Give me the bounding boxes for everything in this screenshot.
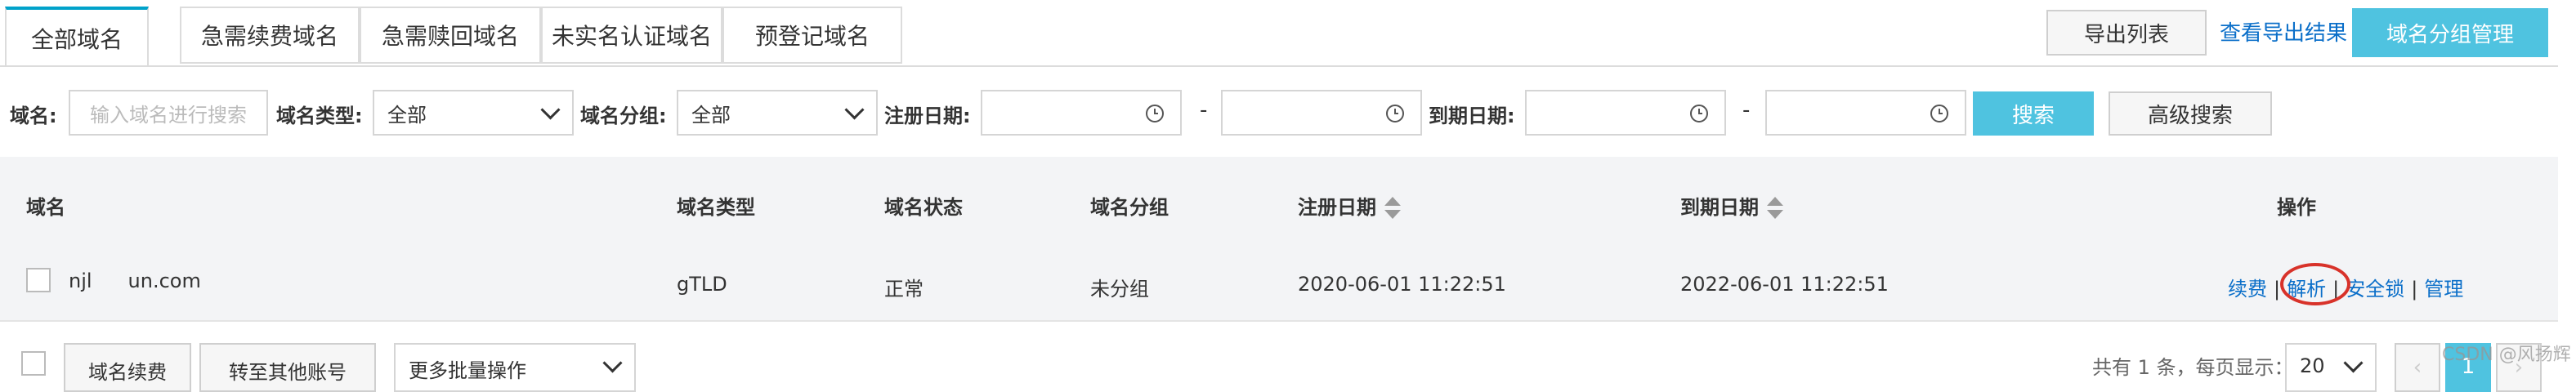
select-all-checkbox[interactable] <box>21 351 46 376</box>
prev-page-button[interactable]: ‹ <box>2395 343 2440 392</box>
group-select[interactable]: 全部 <box>677 90 878 136</box>
domain-search-input[interactable]: 输入域名进行搜索 <box>69 90 268 136</box>
chevron-down-icon <box>602 353 623 373</box>
chevron-down-icon <box>844 100 865 120</box>
type-select[interactable]: 全部 <box>373 90 574 136</box>
manage-action-link[interactable]: 管理 <box>2424 278 2463 301</box>
page-size-select[interactable]: 20 <box>2285 343 2377 392</box>
clock-icon <box>1930 105 1948 122</box>
reg-date-label: 注册日期: <box>884 105 971 127</box>
advanced-search-button[interactable]: 高级搜索 <box>2109 91 2272 136</box>
domain-name-part-a: njl <box>69 270 92 292</box>
batch-operations-value: 更多批量操作 <box>409 359 526 382</box>
col-header-group: 域名分组 <box>1090 196 1169 219</box>
export-list-button[interactable]: 导出列表 <box>2046 10 2207 56</box>
clock-icon <box>1386 105 1404 122</box>
tab-unverified[interactable]: 未实名认证域名 <box>541 7 722 64</box>
chevron-down-icon <box>2343 353 2364 373</box>
col-header-reg-date[interactable]: 注册日期 <box>1298 191 1401 220</box>
chevron-down-icon <box>540 100 561 120</box>
table-header-area <box>0 157 2558 320</box>
transfer-account-button[interactable]: 转至其他账号 <box>199 343 376 392</box>
reg-date-start-input[interactable] <box>981 90 1182 136</box>
row-divider <box>0 320 2558 322</box>
domain-status-cell: 正常 <box>884 278 924 301</box>
action-separator: | <box>2411 278 2418 301</box>
tab-redeem-needed[interactable]: 急需赎回域名 <box>360 7 541 64</box>
domain-type-cell: gTLD <box>677 273 727 296</box>
domain-link[interactable]: njl un.com <box>69 270 201 292</box>
reg-date-end-input[interactable] <box>1221 90 1422 136</box>
sort-icon[interactable] <box>1767 197 1783 220</box>
exp-date-start-input[interactable] <box>1525 90 1726 136</box>
batch-operations-select[interactable]: 更多批量操作 <box>394 343 636 392</box>
reg-date-cell: 2020-06-01 11:22:51 <box>1298 273 1506 296</box>
domain-name-part-b: un.com <box>127 270 201 292</box>
domain-filter-label: 域名: <box>10 105 57 127</box>
view-export-results-link[interactable]: 查看导出结果 <box>2220 16 2347 47</box>
tab-renew-needed[interactable]: 急需续费域名 <box>180 7 360 64</box>
group-select-value: 全部 <box>691 103 731 127</box>
col-header-domain: 域名 <box>26 196 65 219</box>
highlight-circle-annotation <box>2280 263 2350 305</box>
col-header-exp-date-label: 到期日期 <box>1680 196 1759 219</box>
domain-group-cell: 未分组 <box>1090 278 1149 301</box>
type-filter-label: 域名类型: <box>276 105 363 127</box>
exp-date-cell: 2022-06-01 11:22:51 <box>1680 273 1889 296</box>
watermark: CSDN @风扬辉 <box>2442 345 2571 365</box>
col-header-reg-date-label: 注册日期 <box>1298 196 1376 219</box>
search-button[interactable]: 搜索 <box>1973 91 2094 136</box>
clock-icon <box>1146 105 1164 122</box>
batch-renew-button[interactable]: 域名续费 <box>64 343 191 392</box>
renew-action-link[interactable]: 续费 <box>2228 278 2267 301</box>
exp-date-range-separator: - <box>1742 98 1751 122</box>
reg-date-range-separator: - <box>1200 98 1208 122</box>
security-lock-action-link[interactable]: 安全锁 <box>2346 278 2404 301</box>
page-size-value: 20 <box>2300 354 2325 377</box>
col-header-exp-date[interactable]: 到期日期 <box>1680 191 1783 220</box>
row-checkbox[interactable] <box>26 268 51 292</box>
action-separator: | <box>2274 278 2281 301</box>
tab-underline <box>0 65 2558 67</box>
exp-date-label: 到期日期: <box>1429 105 1515 127</box>
col-header-type: 域名类型 <box>677 196 755 219</box>
tab-preregistered[interactable]: 预登记域名 <box>722 7 902 64</box>
pagination-total-text: 共有 1 条，每页显示： <box>2092 356 2294 379</box>
sort-icon[interactable] <box>1384 197 1401 220</box>
clock-icon <box>1690 105 1708 122</box>
col-header-actions: 操作 <box>2277 196 2316 219</box>
tab-all-domains[interactable]: 全部域名 <box>5 7 149 67</box>
col-header-status: 域名状态 <box>884 196 963 219</box>
group-filter-label: 域名分组: <box>580 105 667 127</box>
exp-date-end-input[interactable] <box>1765 90 1966 136</box>
type-select-value: 全部 <box>387 103 427 127</box>
domain-group-manage-button[interactable]: 域名分组管理 <box>2352 8 2548 57</box>
